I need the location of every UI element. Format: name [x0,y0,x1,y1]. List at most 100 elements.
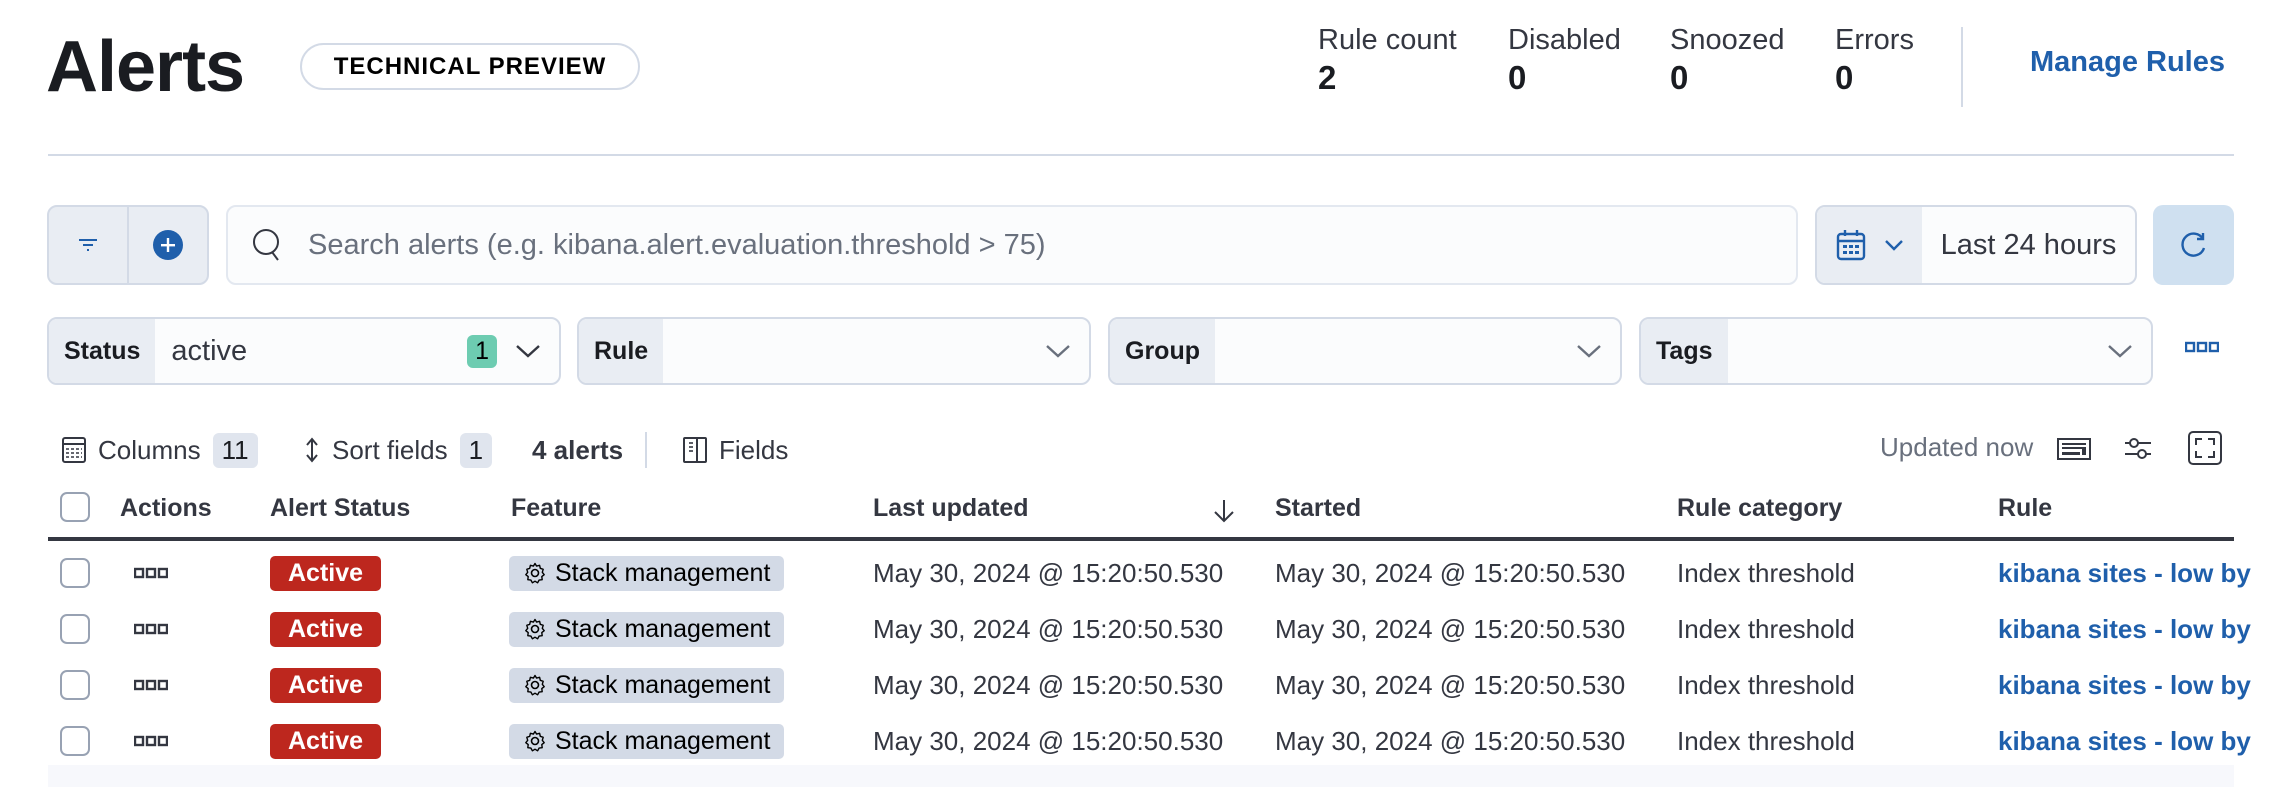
ellipsis-icon [134,623,168,635]
fullscreen-button[interactable] [2188,431,2222,470]
last-updated-cell: May 30, 2024 @ 15:20:50.530 [873,613,1224,644]
quick-select-button[interactable] [1817,207,1922,283]
started-cell: May 30, 2024 @ 15:20:50.530 [1275,669,1626,700]
stat-snoozed: Snoozed 0 [1670,22,1785,98]
row-select-cell [60,657,90,713]
rule-category-cell: Index threshold [1677,725,1855,756]
filter-count-badge: 1 [467,334,497,368]
fields-icon [683,437,707,463]
row-actions-button[interactable] [134,713,168,769]
stat-value: 0 [1835,59,1854,96]
table-row: Active Stack management May 30, 2024 @ 1… [48,545,2251,601]
stat-value: 0 [1508,59,1527,96]
calendar-icon [1836,230,1865,261]
filter-value: active [171,334,248,367]
select-all-checkbox[interactable] [60,492,90,522]
alert-status-cell: Active [270,713,382,769]
alerts-count: 4 alerts [532,434,624,465]
row-checkbox[interactable] [60,558,90,588]
rule-category-cell: Index threshold [1677,669,1855,700]
refresh-button[interactable] [2153,205,2234,285]
filter-button-group [47,205,209,285]
rule-link[interactable]: kibana sites - low by [1998,601,2251,657]
alert-status-cell: Active [270,657,382,713]
header-divider [48,154,2234,156]
status-badge: Active [270,611,382,647]
more-filter-controls-button[interactable] [2184,340,2220,358]
row-actions-button[interactable] [134,657,168,713]
column-header-last-updated[interactable]: Last updated [873,494,1029,523]
filter-label: Tags [1641,319,1728,383]
filter-group[interactable]: Group [1108,317,1622,385]
header-divider-line [48,537,2234,541]
date-range-button[interactable]: Last 24 hours [1922,207,2135,283]
ellipsis-icon [134,679,168,691]
sort-fields-button[interactable]: Sort fields 1 [304,430,493,470]
status-badge: Active [270,723,382,759]
plus-circle-icon [153,230,183,260]
filter-label: Status [49,319,156,383]
fields-button[interactable]: Fields [683,430,788,470]
row-actions-button[interactable] [134,545,168,601]
ellipsis-icon [134,735,168,747]
table-footer-band [48,765,2234,787]
rule-link[interactable]: kibana sites - low by [1998,657,2251,713]
row-actions-button[interactable] [134,601,168,657]
rule-link[interactable]: kibana sites - low by [1998,545,2251,601]
column-header-alert-status[interactable]: Alert Status [270,494,410,523]
table-row: Active Stack management May 30, 2024 @ 1… [48,713,2251,769]
last-updated-cell: May 30, 2024 @ 15:20:50.530 [873,725,1224,756]
row-checkbox[interactable] [60,726,90,756]
ellipsis-icon [134,567,168,579]
stat-label: Snoozed [1670,24,1785,56]
filter-status[interactable]: Status active 1 [47,317,561,385]
feature-label: Stack management [555,614,771,643]
technical-preview-badge: TECHNICAL PREVIEW [300,43,640,90]
rule-category-cell: Index threshold [1677,613,1855,644]
fields-label: Fields [719,434,789,465]
column-header-rule-category[interactable]: Rule category [1677,494,1842,523]
feature-cell: Stack management [509,713,785,769]
stat-disabled: Disabled 0 [1508,22,1621,98]
stat-value: 2 [1318,59,1337,96]
feature-badge: Stack management [509,723,785,759]
row-select-cell [60,601,90,657]
feature-cell: Stack management [509,601,785,657]
search-icon [253,229,279,261]
alert-status-cell: Active [270,545,382,601]
row-checkbox[interactable] [60,614,90,644]
feature-cell: Stack management [509,657,785,713]
column-header-rule[interactable]: Rule [1998,494,2052,523]
add-filter-button[interactable] [127,207,207,283]
feature-badge: Stack management [509,611,785,647]
filter-rule[interactable]: Rule [577,317,1091,385]
keyboard-icon [2057,438,2091,460]
manage-rules-link[interactable]: Manage Rules [2030,46,2225,79]
display-settings-button[interactable] [2123,436,2153,467]
stat-label: Errors [1835,24,1914,56]
columns-button[interactable]: Columns 11 [62,430,258,470]
keyboard-shortcuts-button[interactable] [2057,436,2091,467]
column-header-started[interactable]: Started [1275,494,1361,523]
status-badge: Active [270,555,382,591]
gear-icon [525,618,545,640]
chevron-down-icon [1577,345,1601,358]
column-header-feature[interactable]: Feature [511,494,601,523]
gear-icon [525,674,545,696]
feature-label: Stack management [555,558,771,587]
search-input[interactable] [306,227,1710,263]
feature-cell: Stack management [509,545,785,601]
row-select-cell [60,713,90,769]
row-checkbox[interactable] [60,670,90,700]
sort-descending-icon[interactable] [1212,498,1236,529]
filter-tags[interactable]: Tags [1639,317,2153,385]
status-badge: Active [270,667,382,703]
feature-label: Stack management [555,726,771,755]
sort-count-badge: 1 [459,432,493,468]
ellipsis-icon [2184,341,2220,353]
rule-link[interactable]: kibana sites - low by [1998,713,2251,769]
filter-menu-button[interactable] [49,207,127,283]
stat-label: Rule count [1318,24,1457,56]
date-picker: Last 24 hours [1815,205,2137,285]
page-title: Alerts [46,27,245,107]
